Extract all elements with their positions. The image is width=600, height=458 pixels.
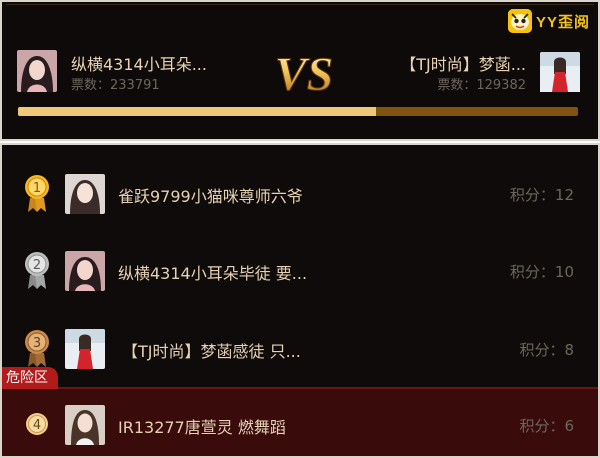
vs-emblem: VS (268, 46, 340, 102)
danger-zone-tag: 危险区 (2, 367, 58, 389)
ranking-score: 积分：6 (519, 417, 574, 435)
avatar (65, 174, 105, 214)
brand-logo: YY歪阅 (507, 9, 590, 33)
ranking-row[interactable]: 3 【TJ时尚】梦菡感徒 只... 积分：8 (2, 326, 598, 370)
top-divider (6, 4, 594, 5)
ranking-name: 【TJ时尚】梦菡感徒 只... (122, 342, 301, 361)
svg-text:1: 1 (33, 181, 41, 196)
svg-text:2: 2 (33, 258, 41, 273)
right-contestant-name: 【TJ时尚】梦菡... (400, 55, 526, 74)
vote-progress-fill (18, 107, 377, 116)
ranking-score: 积分：10 (509, 263, 574, 281)
right-contestant-votes: 票数：129382 (437, 78, 526, 93)
vs-battle-panel: YY歪阅 纵横4314小耳朵... 票数：233791 VS 【TJ时尚】梦菡.… (0, 0, 600, 141)
avatar (65, 251, 105, 291)
svg-text:4: 4 (33, 418, 41, 433)
vote-progress-bar (18, 107, 578, 116)
bronze-medal-icon: 3 (24, 329, 50, 369)
gold-medal-icon: 1 (24, 174, 50, 214)
ranking-score: 积分：8 (519, 341, 574, 359)
ranking-row[interactable]: 2 纵横4314小耳朵毕徒 要... 积分：10 (2, 249, 598, 293)
danger-zone-divider (2, 387, 598, 389)
silver-medal-icon: 2 (24, 251, 50, 291)
right-contestant-avatar[interactable] (540, 52, 580, 94)
ranking-name: 雀跃9799小猫咪尊师六爷 (118, 187, 303, 206)
ranking-row[interactable]: 4 IR13277唐萱灵 燃舞蹈 积分：6 (2, 403, 598, 447)
left-contestant-votes: 票数：233791 (71, 78, 160, 93)
yy-mascot-icon (507, 9, 532, 33)
svg-text:VS: VS (275, 48, 334, 98)
svg-text:3: 3 (33, 336, 41, 351)
avatar (65, 329, 105, 369)
left-contestant-name: 纵横4314小耳朵... (71, 55, 207, 74)
ranking-panel: 危险区 1 雀跃9799小猫咪尊师六爷 积分：12 2 纵横4314小耳朵毕徒 … (0, 143, 600, 458)
ranking-name: IR13277唐萱灵 燃舞蹈 (118, 418, 286, 437)
left-contestant-avatar[interactable] (17, 50, 57, 92)
avatar (65, 405, 105, 445)
brand-logo-text: YY歪阅 (535, 13, 590, 31)
rank-badge-icon: 4 (24, 411, 50, 439)
ranking-name: 纵横4314小耳朵毕徒 要... (118, 264, 308, 283)
ranking-score: 积分：12 (509, 186, 574, 204)
ranking-row[interactable]: 1 雀跃9799小猫咪尊师六爷 积分：12 (2, 172, 598, 216)
